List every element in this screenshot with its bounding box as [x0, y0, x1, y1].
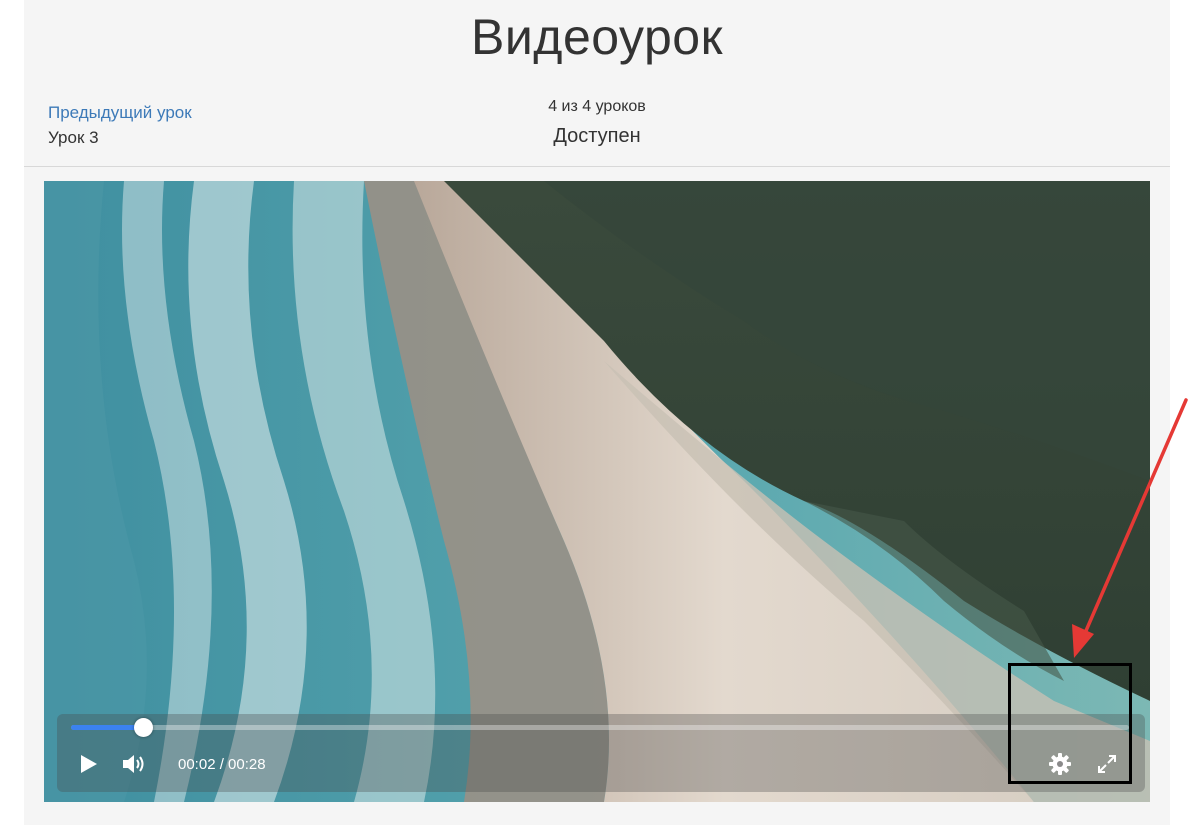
- player-controls: 00:02 / 00:28: [57, 714, 1145, 792]
- fullscreen-icon: [1098, 755, 1116, 773]
- video-frame: [44, 181, 1150, 802]
- volume-button[interactable]: [121, 752, 147, 776]
- page-title: Видеоурок: [471, 9, 723, 65]
- gear-icon: [1049, 753, 1071, 775]
- progress-thumb[interactable]: [133, 718, 153, 737]
- progress-fill: [71, 725, 143, 730]
- play-button[interactable]: [77, 752, 101, 776]
- video-player[interactable]: 00:02 / 00:28: [44, 181, 1150, 802]
- time-display: 00:02 / 00:28: [178, 756, 266, 773]
- fullscreen-button[interactable]: [1095, 752, 1119, 776]
- play-icon: [81, 755, 97, 773]
- lesson-counter: 4 из 4 уроков: [548, 98, 646, 115]
- volume-icon: [123, 755, 144, 773]
- settings-button[interactable]: [1047, 751, 1073, 777]
- progress-bar[interactable]: [71, 718, 1129, 737]
- lesson-status: Доступен: [553, 125, 641, 147]
- lesson-header: Видеоурок Предыдущий урок Урок 3 4 из 4 …: [24, 0, 1170, 167]
